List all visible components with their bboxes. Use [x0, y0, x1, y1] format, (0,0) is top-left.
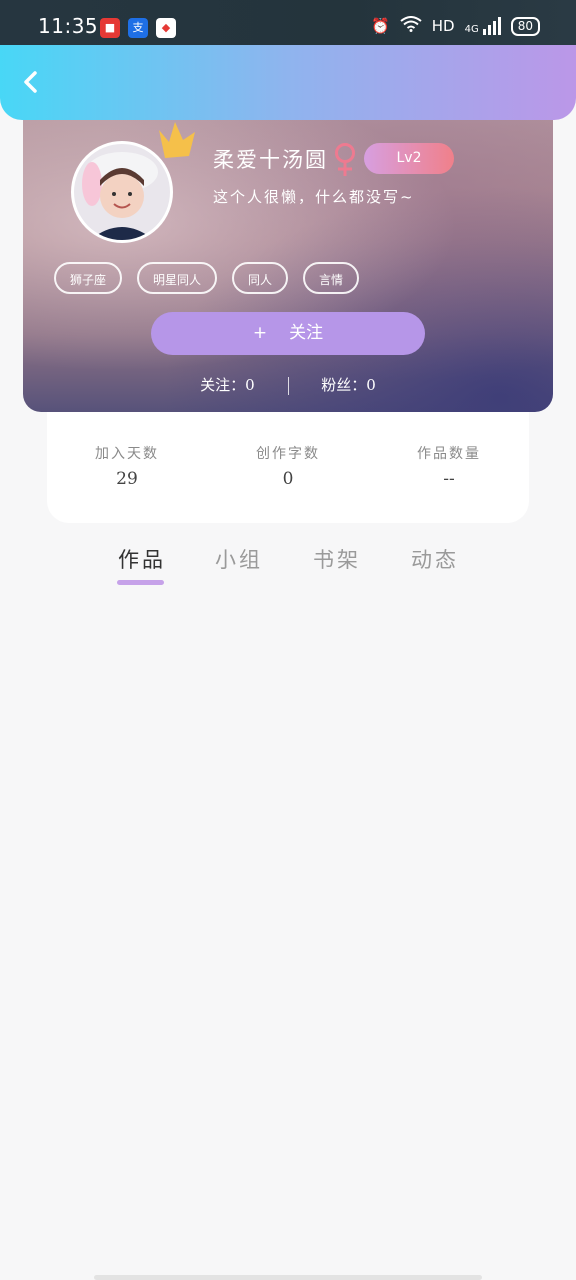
- wifi-icon: [400, 16, 422, 36]
- network-label: HD: [431, 17, 455, 35]
- home-indicator[interactable]: [94, 1275, 482, 1280]
- active-tab-indicator: [117, 580, 164, 585]
- plus-icon: +: [252, 323, 268, 343]
- info-card: 加入天数 29 创作字数 0 作品数量 --: [47, 395, 529, 523]
- fans-count[interactable]: 粉丝：0: [321, 376, 376, 394]
- profile-card: 柔爱十汤圆 Lv2 这个人很懒，什么都没写~ 狮子座 明星同人 同人 言情 + 关…: [23, 100, 553, 412]
- tag-item[interactable]: 明星同人: [137, 262, 218, 294]
- status-bar: 11:35 ■ 支 ◆ ⏰ HD 4G 80: [0, 0, 576, 46]
- words-value: 0: [282, 469, 294, 489]
- follow-button[interactable]: + 关注: [151, 312, 425, 355]
- join-days-stat: 加入天数 29: [47, 443, 207, 489]
- status-time: 11:35: [38, 14, 99, 38]
- tab-bar: 作品 小组 书架 动态: [100, 540, 480, 590]
- game-icon: ◆: [156, 18, 176, 38]
- signal-icon: 4G: [465, 17, 501, 35]
- works-label: 作品数量: [417, 446, 481, 462]
- back-button[interactable]: [16, 67, 46, 97]
- tag-list: 狮子座 明星同人 同人 言情: [54, 262, 360, 294]
- alarm-icon: ⏰: [371, 17, 390, 35]
- signal-label: 4G: [464, 24, 479, 35]
- tab-activity[interactable]: 动态: [411, 544, 459, 574]
- following-count[interactable]: 关注：0: [200, 376, 255, 394]
- tab-groups[interactable]: 小组: [215, 544, 263, 574]
- alipay-icon: 支: [128, 18, 148, 38]
- tab-bookshelf[interactable]: 书架: [313, 544, 361, 574]
- female-icon: [333, 142, 357, 178]
- crown-icon: [153, 118, 199, 162]
- words-label: 创作字数: [256, 446, 320, 462]
- join-days-value: 29: [116, 469, 138, 489]
- header-bar: [0, 45, 576, 120]
- tag-item[interactable]: 言情: [303, 262, 360, 294]
- battery-icon: 80: [510, 16, 540, 36]
- tab-works[interactable]: 作品: [118, 544, 166, 574]
- tag-item[interactable]: 同人: [232, 262, 289, 294]
- words-stat: 创作字数 0: [208, 443, 368, 489]
- works-value: --: [443, 469, 455, 489]
- tag-item[interactable]: 狮子座: [54, 262, 123, 294]
- divider: [287, 377, 289, 395]
- nickname: 柔爱十汤圆: [213, 148, 328, 172]
- follow-stats: 关注：0 粉丝：0: [23, 374, 553, 395]
- chevron-left-icon: [24, 71, 37, 93]
- join-days-label: 加入天数: [95, 446, 159, 462]
- app-notification-icon: ■: [100, 18, 120, 38]
- level-badge: Lv2: [364, 143, 454, 174]
- signature: 这个人很懒，什么都没写~: [213, 188, 415, 206]
- works-stat: 作品数量 --: [369, 443, 529, 489]
- follow-button-label: 关注: [289, 323, 324, 343]
